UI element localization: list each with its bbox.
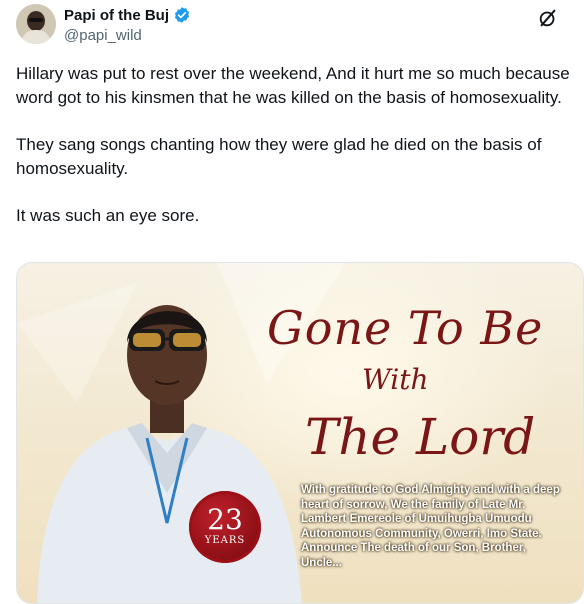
seal-number: 23 xyxy=(207,503,243,536)
verified-badge-icon xyxy=(173,6,191,24)
handle[interactable]: @papi_wild xyxy=(64,27,142,44)
tweet-image[interactable]: Gone To Be With The Lord 23 YEARS With g… xyxy=(16,262,584,604)
display-name[interactable]: Papi of the Buj xyxy=(64,7,169,24)
heading-with: With xyxy=(362,363,429,396)
heading-the-lord: The Lord xyxy=(305,408,536,466)
tweet-paragraph: They sang songs chanting how they were g… xyxy=(16,135,542,178)
obituary-notice: With gratitude to God Almighty and with … xyxy=(301,484,560,569)
tweet-card: Papi of the Buj @papi_wild Hillary was p… xyxy=(0,0,584,604)
heading-gone-to-be: Gone To Be xyxy=(267,301,544,355)
tweet-paragraph: Hillary was put to rest over the weekend… xyxy=(16,64,570,107)
grok-slash-icon[interactable] xyxy=(533,3,563,33)
seal-label: YEARS xyxy=(204,535,246,546)
tweet-text: Hillary was put to rest over the weekend… xyxy=(16,62,572,251)
avatar[interactable] xyxy=(16,4,56,44)
age-seal: 23 YEARS xyxy=(189,491,261,563)
tweet-paragraph: It was such an eye sore. xyxy=(16,206,200,225)
